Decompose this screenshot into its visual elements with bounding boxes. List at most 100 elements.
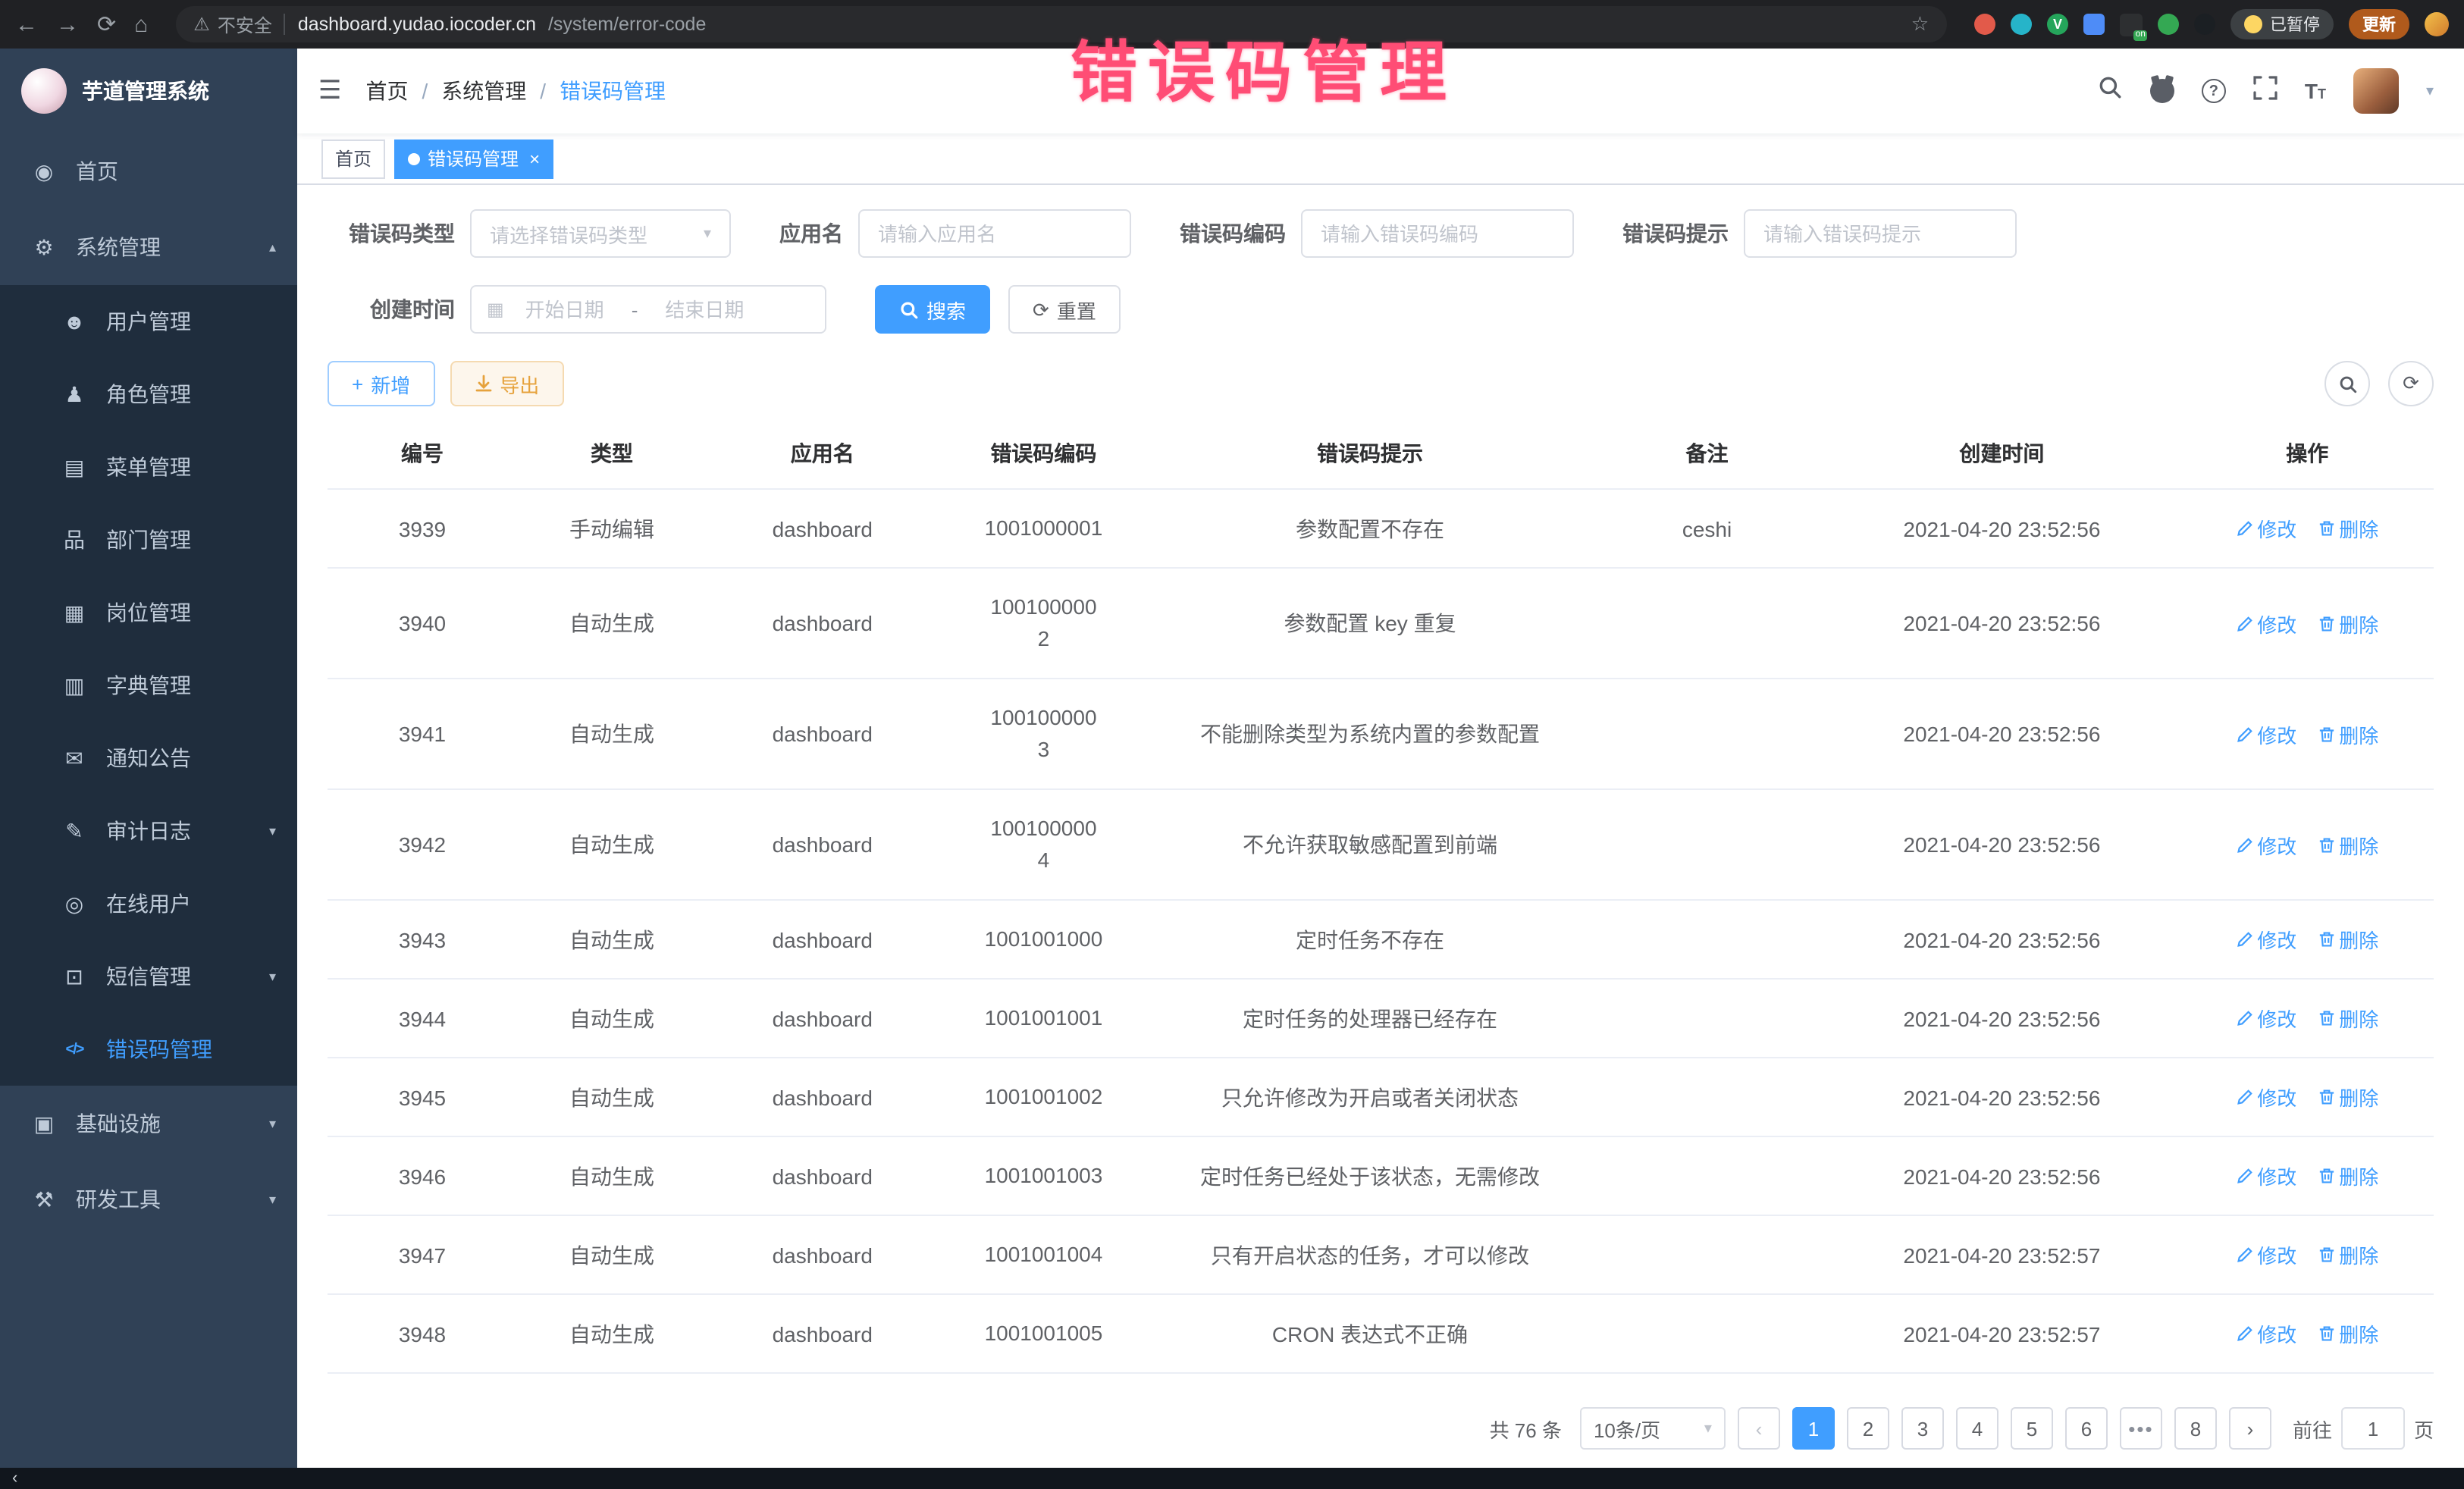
delete-button[interactable]: 删除	[2318, 514, 2378, 543]
delete-button[interactable]: 删除	[2318, 1161, 2378, 1190]
edit-button[interactable]: 修改	[2236, 1161, 2296, 1190]
sidebar-item-notice[interactable]: ✉ 通知公告	[0, 722, 297, 795]
browser-forward-icon[interactable]: →	[56, 13, 79, 36]
help-icon[interactable]: ?	[2202, 79, 2226, 103]
pagination-page-2[interactable]: 2	[1847, 1407, 1889, 1450]
pagination-page-1[interactable]: 1	[1792, 1407, 1835, 1450]
sidebar-collapse-icon[interactable]: ‹	[12, 1470, 17, 1487]
browser-profile-avatar[interactable]	[2425, 12, 2449, 36]
sidebar-item-post[interactable]: ▦ 岗位管理	[0, 576, 297, 649]
sidebar-item-dict[interactable]: ▥ 字典管理	[0, 649, 297, 722]
fullscreen-icon[interactable]	[2253, 75, 2277, 107]
add-button[interactable]: + 新增	[328, 361, 434, 406]
edit-button[interactable]: 修改	[2236, 1319, 2296, 1348]
pagination-ellipsis[interactable]: •••	[2120, 1407, 2162, 1450]
extension-icon-v[interactable]: V	[2047, 14, 2068, 35]
tab[interactable]: 首页	[321, 139, 385, 178]
page-size-select[interactable]: 10条/页 ▾	[1580, 1407, 1726, 1450]
edit-button[interactable]: 修改	[2236, 719, 2296, 748]
breadcrumb-item[interactable]: 系统管理	[441, 76, 526, 106]
delete-button[interactable]: 删除	[2318, 609, 2378, 638]
sidebar-item-home[interactable]: ◉ 首页	[0, 133, 297, 209]
extension-icon-on[interactable]: on	[2120, 13, 2143, 36]
edit-button[interactable]: 修改	[2236, 925, 2296, 954]
edit-button[interactable]: 修改	[2236, 514, 2296, 543]
hamburger-icon[interactable]: ☰	[318, 76, 342, 106]
error-type-select[interactable]: 请选择错误码类型 ▾	[470, 209, 731, 258]
tab-active[interactable]: 错误码管理×	[394, 139, 553, 178]
sidebar-item-devtool[interactable]: ⚒ 研发工具 ▾	[0, 1161, 297, 1237]
extension-icon-grid[interactable]	[2083, 14, 2105, 35]
sidebar-item-sms[interactable]: ⊡ 短信管理 ▾	[0, 940, 297, 1013]
extension-icon-green[interactable]	[2158, 14, 2179, 35]
reset-button[interactable]: ⟳ 重置	[1008, 285, 1121, 334]
security-chip[interactable]: ⚠ 不安全	[193, 11, 272, 37]
error-code-input[interactable]	[1301, 209, 1574, 258]
toggle-search-button[interactable]	[2324, 361, 2370, 406]
sidebar-item-system[interactable]: ⚙ 系统管理 ▴	[0, 209, 297, 285]
cell-time: 2021-04-20 23:52:57	[1823, 1294, 2180, 1373]
chevron-down-icon[interactable]: ▾	[2426, 83, 2434, 99]
pagination-prev-button[interactable]: ‹	[1738, 1407, 1780, 1450]
paused-badge[interactable]: 已暂停	[2230, 9, 2334, 39]
font-size-icon[interactable]: TT	[2305, 79, 2326, 103]
browser-back-icon[interactable]: ←	[15, 13, 38, 36]
table-row: 3944 自动生成 dashboard 1001001001 定时任务的处理器已…	[328, 979, 2434, 1058]
date-start-input[interactable]	[510, 298, 619, 321]
address-bar[interactable]: ⚠ 不安全 dashboard.yudao.iocoder.cn/system/…	[175, 6, 1947, 42]
browser-update-button[interactable]: 更新	[2349, 9, 2409, 39]
goto-page-input[interactable]	[2341, 1407, 2405, 1450]
pagination-page-5[interactable]: 5	[2011, 1407, 2053, 1450]
add-button-label: 新增	[371, 369, 410, 398]
cell-remark	[1591, 1215, 1823, 1294]
browser-home-icon[interactable]: ⌂	[134, 13, 148, 36]
sidebar-item-user[interactable]: ☻ 用户管理	[0, 285, 297, 358]
date-range-picker[interactable]: ▦ -	[470, 285, 826, 334]
date-end-input[interactable]	[650, 298, 759, 321]
tab-label: 首页	[335, 146, 371, 171]
sidebar-item-online-user[interactable]: ◎ 在线用户	[0, 867, 297, 940]
sidebar-item-menu[interactable]: ▤ 菜单管理	[0, 431, 297, 503]
app-name-input[interactable]	[858, 209, 1131, 258]
refresh-table-button[interactable]: ⟳	[2388, 361, 2434, 406]
pagination-next-button[interactable]: ›	[2229, 1407, 2271, 1450]
delete-button[interactable]: 删除	[2318, 1319, 2378, 1348]
pagination-page-8[interactable]: 8	[2174, 1407, 2217, 1450]
delete-button[interactable]: 删除	[2318, 719, 2378, 748]
edit-button[interactable]: 修改	[2236, 609, 2296, 638]
sidebar-item-error-code[interactable]: </> 错误码管理	[0, 1013, 297, 1086]
pagination-page-6[interactable]: 6	[2065, 1407, 2108, 1450]
browser-reload-icon[interactable]: ⟳	[97, 13, 116, 36]
edit-button[interactable]: 修改	[2236, 1083, 2296, 1111]
delete-button[interactable]: 删除	[2318, 1083, 2378, 1111]
search-icon[interactable]	[2097, 74, 2123, 108]
edit-button[interactable]: 修改	[2236, 830, 2296, 859]
delete-button[interactable]: 删除	[2318, 830, 2378, 859]
extension-icon-teal[interactable]	[2011, 14, 2032, 35]
bookmark-star-icon[interactable]: ☆	[1911, 12, 1929, 36]
delete-button[interactable]: 删除	[2318, 925, 2378, 954]
delete-button[interactable]: 删除	[2318, 1240, 2378, 1269]
edit-button[interactable]: 修改	[2236, 1004, 2296, 1033]
delete-button[interactable]: 删除	[2318, 1004, 2378, 1033]
sidebar-item-role[interactable]: ♟ 角色管理	[0, 358, 297, 431]
edit-link-label: 修改	[2257, 1319, 2296, 1348]
sidebar-item-infra[interactable]: ▣ 基础设施 ▾	[0, 1086, 297, 1161]
user-avatar[interactable]	[2353, 68, 2399, 114]
sidebar-item-label: 系统管理	[76, 232, 161, 262]
tab-close-icon[interactable]: ×	[529, 148, 540, 169]
pagination-page-4[interactable]: 4	[1956, 1407, 1998, 1450]
extension-icon-dark[interactable]	[2194, 14, 2215, 35]
github-icon[interactable]	[2150, 79, 2174, 103]
edit-button[interactable]: 修改	[2236, 1240, 2296, 1269]
extension-icon-red[interactable]	[1974, 14, 1995, 35]
search-button[interactable]: 搜索	[875, 285, 990, 334]
edit-link-label: 修改	[2257, 925, 2296, 954]
breadcrumb-item[interactable]: 首页	[366, 76, 409, 106]
export-button[interactable]: 导出	[450, 361, 563, 406]
error-hint-input[interactable]	[1744, 209, 2017, 258]
sidebar-item-audit-log[interactable]: ✎ 审计日志 ▾	[0, 795, 297, 867]
app-logo[interactable]: 芋道管理系统	[0, 49, 297, 133]
sidebar-item-dept[interactable]: 品 部门管理	[0, 503, 297, 576]
pagination-page-3[interactable]: 3	[1901, 1407, 1944, 1450]
